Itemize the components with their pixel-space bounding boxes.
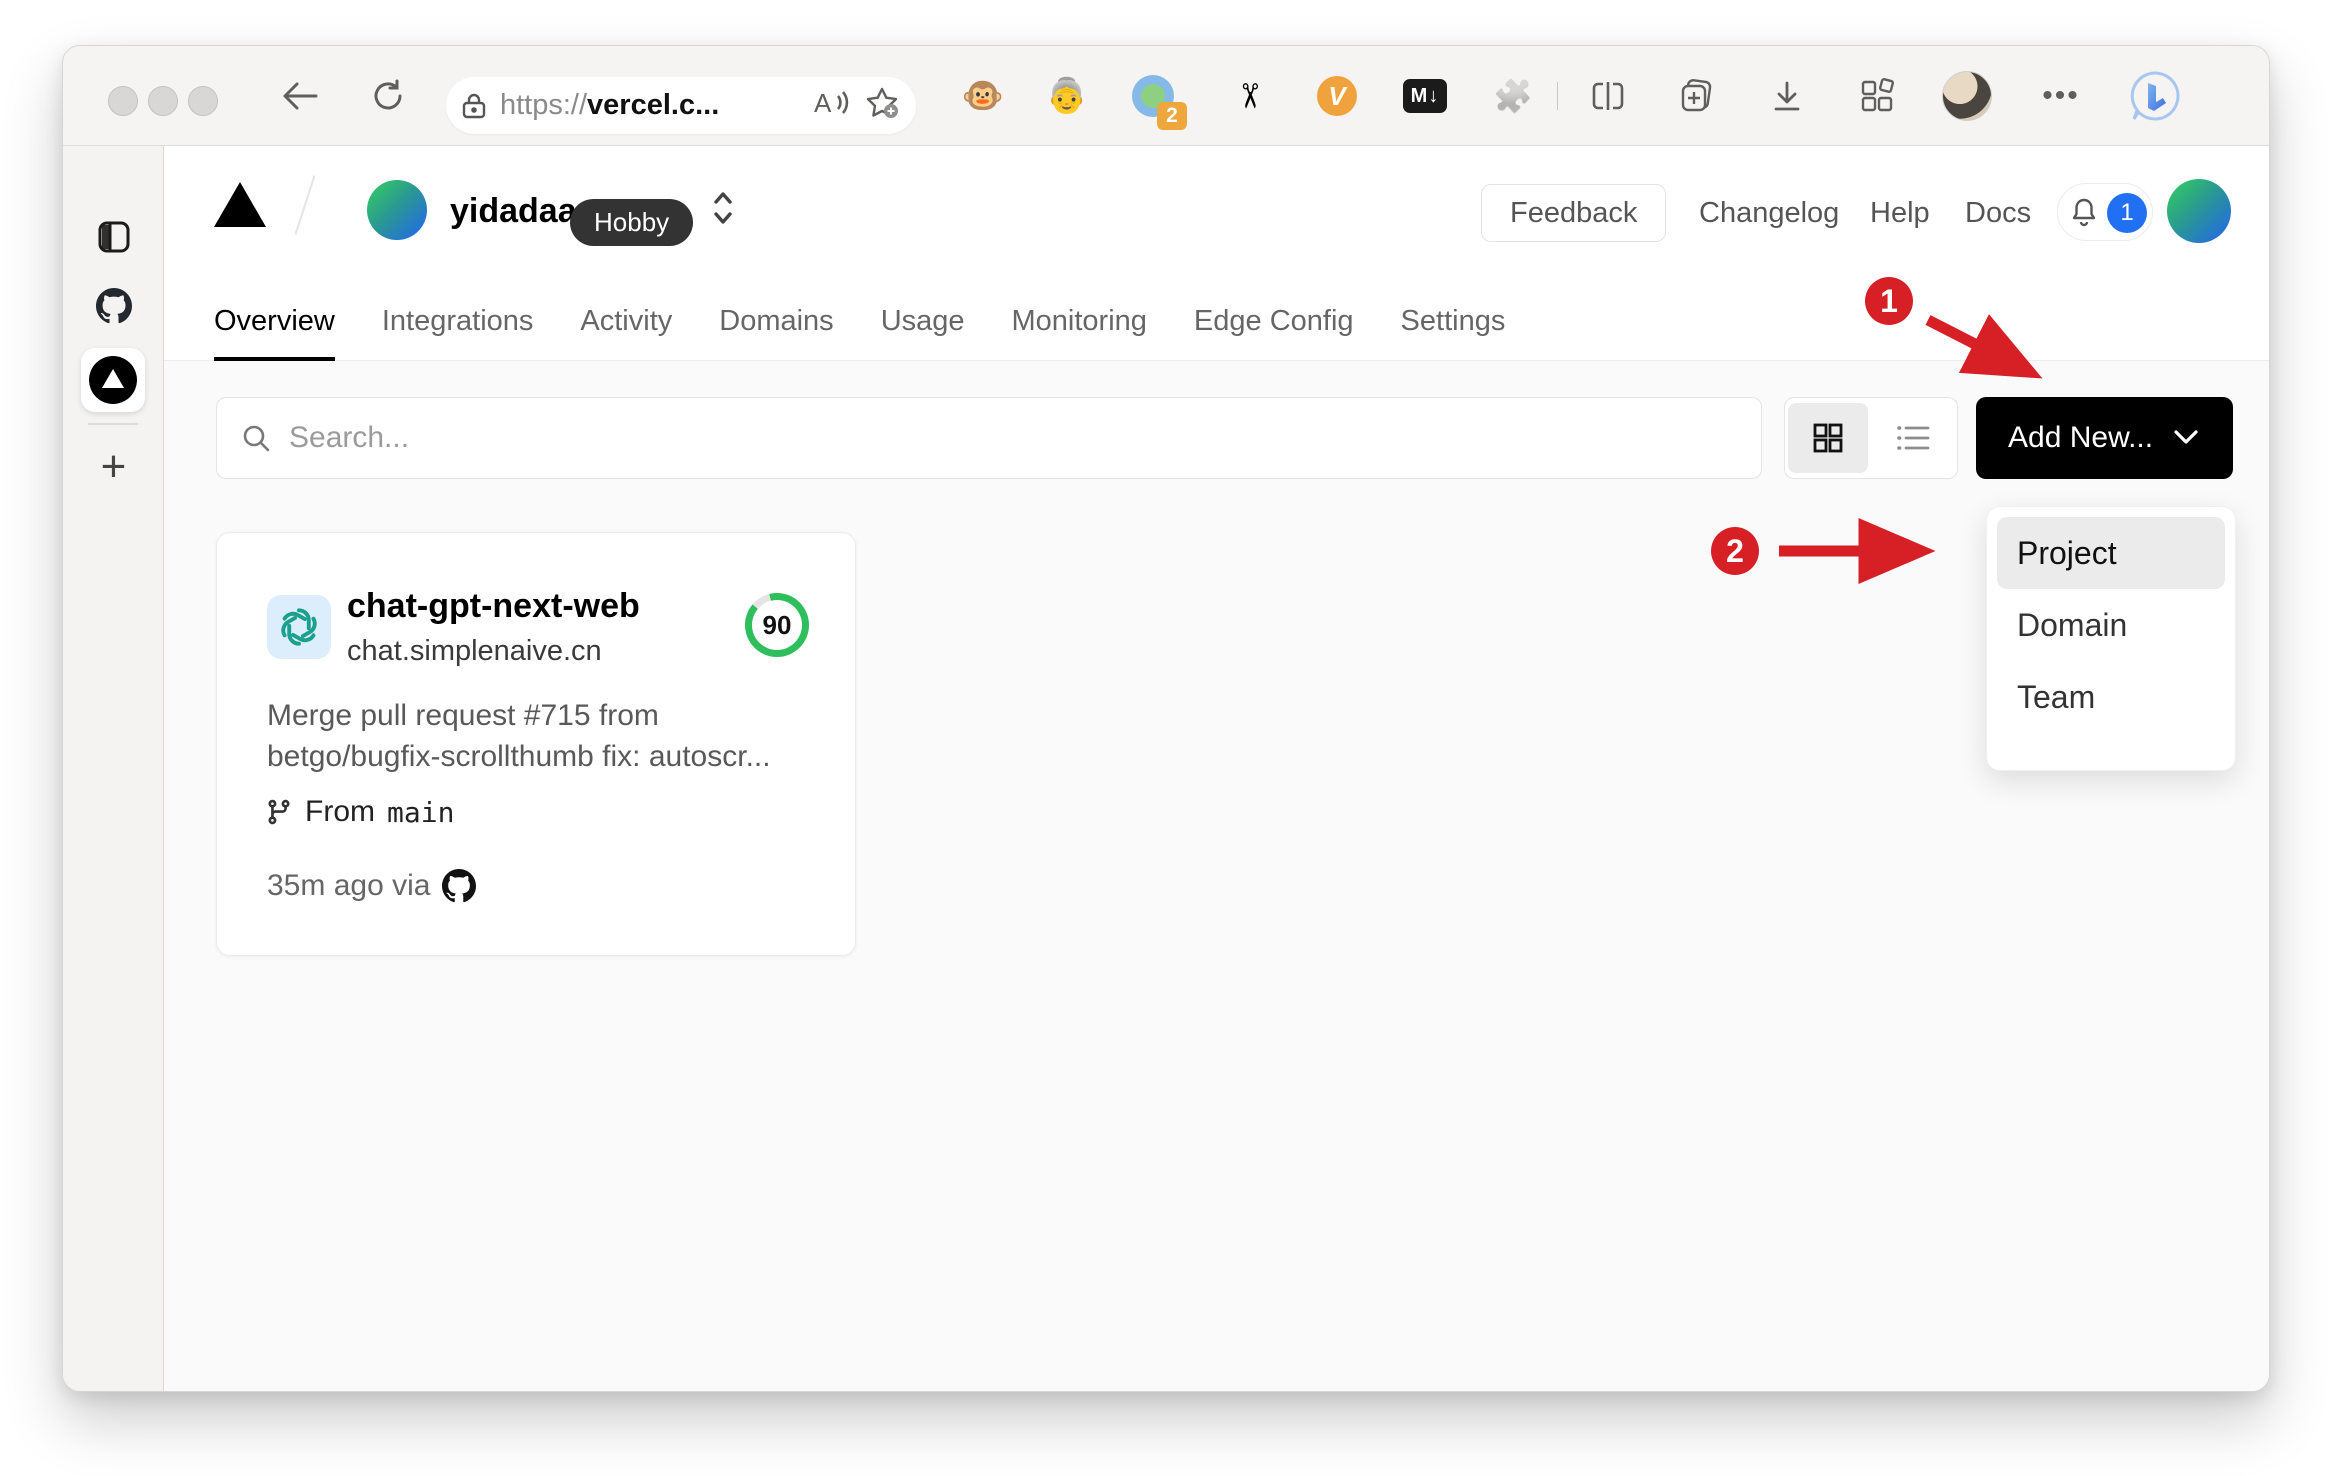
vercel-tab-active[interactable]	[81, 348, 145, 412]
from-label: From	[305, 795, 375, 828]
list-view-icon	[1897, 426, 1930, 450]
github-tab-icon[interactable]	[63, 288, 164, 324]
toolbar-divider	[1557, 82, 1558, 110]
extensions-puzzle-icon[interactable]: 🧩	[1483, 46, 1543, 146]
branch-row: From main	[265, 795, 454, 829]
project-name[interactable]: chat-gpt-next-web	[347, 587, 640, 626]
url-text: https://vercel.c...	[500, 89, 720, 121]
user-avatar[interactable]	[2167, 179, 2231, 243]
view-toggle	[1784, 397, 1958, 479]
tab-usage[interactable]: Usage	[881, 281, 965, 361]
tampermonkey-extension-icon[interactable]: 🐵	[953, 46, 1013, 146]
read-aloud-icon[interactable]: A	[814, 88, 850, 123]
split-screen-icon[interactable]	[1578, 46, 1638, 146]
tab-domains[interactable]: Domains	[719, 281, 833, 361]
search-icon	[243, 425, 270, 452]
grid-view-icon	[1813, 423, 1843, 453]
persona-extension-icon[interactable]: 👵	[1037, 46, 1097, 146]
score-value: 90	[762, 609, 792, 640]
add-new-label: Add New...	[2008, 421, 2154, 454]
sidebar-panel-toggle-icon[interactable]	[63, 220, 164, 254]
project-card[interactable]: chat-gpt-next-web chat.simplenaive.cn 90…	[216, 532, 856, 956]
back-icon[interactable]	[277, 46, 321, 146]
team-name: yidadaa	[450, 192, 577, 230]
chevron-down-icon	[2174, 430, 2198, 444]
tab-settings[interactable]: Settings	[1401, 281, 1506, 361]
tab-activity[interactable]: Activity	[580, 281, 672, 361]
add-new-button[interactable]: Add New...	[1976, 397, 2233, 479]
team-avatar[interactable]	[367, 180, 427, 240]
tab-integrations[interactable]: Integrations	[382, 281, 534, 361]
profile-avatar[interactable]	[1937, 46, 1997, 146]
lighthouse-score-ring: 90	[745, 593, 809, 657]
add-new-dropdown: Project Domain Team	[1986, 506, 2236, 771]
branch-name: main	[387, 795, 455, 829]
notifications-button[interactable]: 1	[2057, 183, 2153, 241]
grid-view-button[interactable]	[1788, 403, 1868, 473]
downloads-icon[interactable]	[1757, 46, 1817, 146]
svg-text:A: A	[814, 88, 832, 118]
vercel-header: yidadaa Hobby Feedback Changelog Help Do…	[164, 146, 2269, 361]
traffic-minimize-button[interactable]	[148, 86, 178, 116]
favorite-star-icon[interactable]	[866, 87, 900, 124]
breadcrumb-slash	[294, 175, 316, 235]
reload-icon[interactable]	[366, 46, 410, 146]
deploy-time: 35m ago via	[267, 869, 431, 902]
team-switcher-icon[interactable]	[708, 186, 738, 235]
sidebar-divider	[88, 423, 138, 425]
plan-badge: Hobby	[570, 199, 694, 246]
v-extension-icon[interactable]: V	[1307, 46, 1367, 146]
openai-logo-icon	[267, 595, 331, 659]
collections-icon[interactable]	[1666, 46, 1726, 146]
dropdown-item-team[interactable]: Team	[1997, 661, 2225, 733]
browser-toolbar: https://vercel.c... A 🐵 👵 2 ✂ V M↓ 🧩 •••	[63, 46, 2269, 146]
lock-icon	[462, 93, 486, 118]
more-menu-icon[interactable]: •••	[2031, 46, 2091, 146]
browser-vertical-tabs-sidebar: +	[63, 146, 164, 1391]
deployment-meta: 35m ago via	[267, 869, 477, 903]
browser-window: https://vercel.c... A 🐵 👵 2 ✂ V M↓ 🧩 •••…	[62, 45, 2270, 1392]
bing-chat-icon[interactable]	[2123, 46, 2187, 146]
new-tab-button[interactable]: +	[63, 442, 164, 492]
proxy-extension-badge: 2	[1157, 102, 1187, 130]
apps-grid-icon[interactable]	[1847, 46, 1907, 146]
cat-avatar-image	[1942, 71, 1992, 121]
tab-overview[interactable]: Overview	[214, 281, 335, 361]
page-content: yidadaa Hobby Feedback Changelog Help Do…	[164, 146, 2269, 1391]
list-view-button[interactable]	[1874, 403, 1954, 473]
feedback-button[interactable]: Feedback	[1481, 184, 1667, 242]
vercel-tab-bar: Overview Integrations Activity Domains U…	[214, 281, 1505, 361]
tab-monitoring[interactable]: Monitoring	[1012, 281, 1147, 361]
vercel-logo-icon[interactable]	[214, 182, 266, 227]
proxy-extension-icon[interactable]: 2	[1123, 46, 1187, 146]
commit-message: Merge pull request #715 from betgo/bugfi…	[267, 699, 771, 773]
docs-link[interactable]: Docs	[1965, 197, 2031, 230]
project-search[interactable]	[216, 397, 1762, 479]
vercel-body: Add New... chat-gpt-next-web chat.simple…	[164, 361, 2269, 1391]
changelog-link[interactable]: Changelog	[1699, 197, 1839, 230]
help-link[interactable]: Help	[1870, 197, 1930, 230]
traffic-zoom-button[interactable]	[188, 86, 218, 116]
bell-icon	[2072, 198, 2096, 227]
search-input[interactable]	[289, 421, 1289, 455]
markdown-extension-icon[interactable]: M↓	[1395, 46, 1455, 146]
dropdown-item-project[interactable]: Project	[1997, 517, 2225, 589]
address-bar[interactable]: https://vercel.c... A	[446, 77, 916, 134]
tab-edge-config[interactable]: Edge Config	[1194, 281, 1354, 361]
traffic-close-button[interactable]	[108, 86, 138, 116]
notification-count-badge: 1	[2107, 193, 2147, 233]
git-branch-icon	[268, 799, 290, 825]
project-domain[interactable]: chat.simplenaive.cn	[347, 635, 602, 668]
github-icon	[442, 869, 477, 903]
dropdown-item-domain[interactable]: Domain	[1997, 589, 2225, 661]
scissors-extension-icon[interactable]: ✂	[1199, 66, 1299, 126]
vercel-favicon	[89, 356, 137, 404]
